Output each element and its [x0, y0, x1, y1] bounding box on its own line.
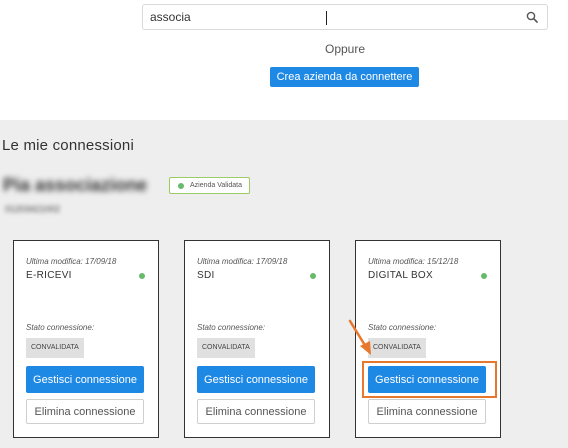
- card-last-modified: Ultima modifica: 15/12/18: [368, 257, 459, 266]
- manage-connection-button[interactable]: Gestisci connessione: [197, 366, 315, 393]
- connection-card-digital-box: Ultima modifica: 15/12/18 DIGITAL BOX St…: [355, 240, 501, 438]
- status-dot-icon: [481, 273, 487, 279]
- validated-dot-icon: [178, 183, 184, 189]
- manage-connection-button[interactable]: Gestisci connessione: [368, 366, 486, 393]
- status-dot-icon: [139, 273, 145, 279]
- validated-badge-label: Azienda Validata: [190, 182, 243, 189]
- organization-code: 01203421002: [5, 204, 61, 214]
- organization-name: Pia associazione: [3, 175, 148, 195]
- card-status-label: Stato connessione:: [368, 323, 437, 332]
- card-connection-name: E-RICEVI: [26, 270, 72, 281]
- search-icon[interactable]: [526, 11, 538, 23]
- card-last-modified: Ultima modifica: 17/09/18: [197, 257, 288, 266]
- status-badge: CONVALIDATA: [26, 338, 84, 358]
- card-connection-name: DIGITAL BOX: [368, 270, 433, 281]
- status-dot-icon: [310, 273, 316, 279]
- card-status-label: Stato connessione:: [26, 323, 95, 332]
- delete-connection-button[interactable]: Elimina connessione: [26, 399, 144, 424]
- connections-panel: Le mie connessioni Pia associazione 0120…: [0, 120, 568, 448]
- section-title: Le mie connessioni: [2, 137, 135, 154]
- connection-card-sdi: Ultima modifica: 17/09/18 SDI Stato conn…: [184, 240, 330, 438]
- connection-card-e-ricevi: Ultima modifica: 17/09/18 E-RICEVI Stato…: [13, 240, 159, 438]
- status-badge: CONVALIDATA: [368, 338, 426, 358]
- status-badge: CONVALIDATA: [197, 338, 255, 358]
- card-status-label: Stato connessione:: [197, 323, 266, 332]
- card-connection-name: SDI: [197, 270, 215, 281]
- create-company-button[interactable]: Crea azienda da connettere: [270, 67, 419, 87]
- validated-badge: Azienda Validata: [169, 177, 251, 194]
- delete-connection-button[interactable]: Elimina connessione: [197, 399, 315, 424]
- card-last-modified: Ultima modifica: 17/09/18: [26, 257, 117, 266]
- delete-connection-button[interactable]: Elimina connessione: [368, 399, 486, 424]
- text-caret: [326, 11, 327, 25]
- oppure-text: Oppure: [324, 42, 366, 56]
- manage-connection-button[interactable]: Gestisci connessione: [26, 366, 144, 393]
- search-input[interactable]: [143, 5, 513, 29]
- search-box[interactable]: [142, 4, 548, 30]
